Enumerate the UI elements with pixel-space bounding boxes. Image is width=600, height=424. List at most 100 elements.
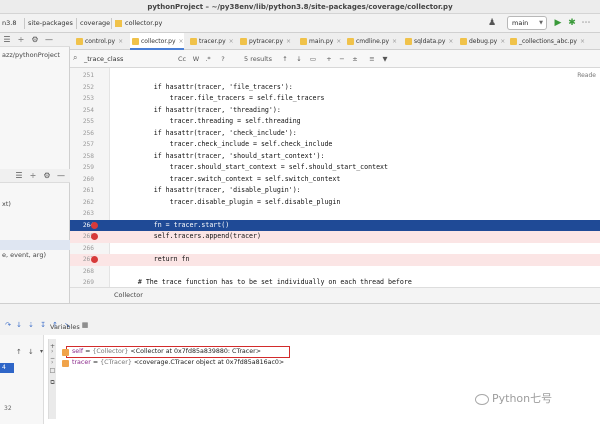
toggle-occurrence-icon[interactable]: ±: [350, 53, 360, 65]
breakpoint-icon[interactable]: [91, 256, 98, 263]
line-number[interactable]: 261: [74, 185, 94, 197]
regex-toggle[interactable]: .*: [203, 53, 213, 65]
close-icon[interactable]: ×: [118, 38, 123, 45]
tab-sqldata[interactable]: sqldata.py ×: [403, 33, 453, 50]
tab-tracer[interactable]: tracer.py ×: [188, 33, 234, 50]
line-number[interactable]: 253: [74, 93, 94, 105]
close-icon[interactable]: ×: [500, 38, 505, 45]
close-icon[interactable]: ×: [448, 38, 453, 45]
line-number[interactable]: 259: [74, 162, 94, 174]
branch-selector[interactable]: main ▼: [507, 16, 547, 30]
line-number[interactable]: 251: [74, 70, 94, 82]
code-breadcrumb[interactable]: Collector: [114, 291, 143, 299]
step-over-icon[interactable]: ↷: [3, 320, 13, 330]
gear-icon[interactable]: ⚙: [30, 35, 40, 45]
line-number[interactable]: 266: [74, 243, 94, 255]
code-editor[interactable]: Reade 251 252 if hasattr(tracer, 'file_tr…: [70, 68, 600, 287]
close-icon[interactable]: ×: [392, 38, 397, 45]
editor-filter-icon[interactable]: ≡: [367, 53, 377, 65]
more-icon[interactable]: ⋯: [580, 17, 592, 29]
selected-frame-row[interactable]: [0, 240, 70, 250]
frame-signature[interactable]: xt): [2, 200, 11, 208]
variable-tracer[interactable]: › tracer = {CTracer} <coverage.CTracer o…: [51, 358, 284, 368]
selected-frame[interactable]: 4: [0, 363, 14, 373]
close-icon[interactable]: ×: [179, 38, 184, 45]
code-line[interactable]: 260 tracer.switch_context = self.switch_…: [70, 174, 600, 186]
frame-up-icon[interactable]: ↑: [16, 348, 22, 356]
breadcrumb-coverage[interactable]: coverage: [80, 18, 110, 29]
force-step-into-icon[interactable]: ↧: [38, 320, 48, 330]
tab-collections-abc[interactable]: _collections_abc.py ×: [508, 33, 585, 50]
tab-collector[interactable]: collector.py ×: [130, 33, 184, 50]
frame-signature[interactable]: e, event, arg): [2, 251, 46, 259]
code-line[interactable]: 254 if hasattr(tracer, 'threading'):: [70, 105, 600, 117]
close-icon[interactable]: ×: [336, 38, 341, 45]
code-line[interactable]: 269 # The trace function has to be set i…: [70, 277, 600, 287]
line-number[interactable]: 254: [74, 105, 94, 117]
step-into-my-code-icon[interactable]: ⇣: [26, 320, 36, 330]
square-icon[interactable]: □: [49, 367, 56, 374]
line-number[interactable]: 269: [74, 277, 94, 287]
tab-control[interactable]: control.py ×: [74, 33, 123, 50]
next-match-icon[interactable]: ↓: [294, 53, 304, 65]
frame-number[interactable]: 32: [4, 405, 12, 412]
breadcrumb-file[interactable]: collector.py: [125, 18, 162, 29]
breadcrumb-site-packages[interactable]: site-packages: [28, 18, 73, 29]
whole-word-toggle[interactable]: W: [191, 53, 201, 65]
breakpoint-icon[interactable]: [91, 221, 98, 229]
code-line[interactable]: 267 return fn: [70, 254, 600, 266]
previous-match-icon[interactable]: ↑: [280, 53, 290, 65]
remove-occurrence-icon[interactable]: −: [337, 53, 347, 65]
project-path[interactable]: azz/pythonProject: [2, 51, 60, 59]
filter-icon[interactable]: ☰: [2, 35, 12, 45]
tab-pytracer[interactable]: pytracer.py ×: [238, 33, 291, 50]
frame-down-icon[interactable]: ↓: [28, 348, 34, 356]
frames-filter-icon[interactable]: ▾: [40, 348, 43, 355]
line-number[interactable]: 257: [74, 139, 94, 151]
variable-self[interactable]: › self = {Collector} <Collector at 0x7fd…: [51, 347, 261, 357]
code-line[interactable]: 261 if hasattr(tracer, 'disable_plugin')…: [70, 185, 600, 197]
copy-icon[interactable]: ⧉: [49, 379, 56, 387]
code-line[interactable]: 268: [70, 266, 600, 278]
minimize-icon[interactable]: —: [44, 35, 54, 45]
breakpoint-icon[interactable]: [91, 233, 98, 240]
expand-icon[interactable]: ›: [51, 347, 53, 357]
line-number[interactable]: 263: [74, 208, 94, 220]
code-line[interactable]: 259 tracer.should_start_context = self.s…: [70, 162, 600, 174]
line-number[interactable]: 268: [74, 266, 94, 278]
add-occurrence-icon[interactable]: +: [324, 53, 334, 65]
line-number[interactable]: 252: [74, 82, 94, 94]
code-line[interactable]: 257 tracer.check_include = self.check_in…: [70, 139, 600, 151]
user-icon[interactable]: ♟: [486, 17, 498, 29]
evaluate-icon[interactable]: ▦: [80, 320, 90, 330]
line-number[interactable]: 258: [74, 151, 94, 163]
code-line[interactable]: 253 tracer.file_tracers = self.file_trac…: [70, 93, 600, 105]
help-icon[interactable]: ?: [218, 53, 228, 65]
sort-icon[interactable]: ☰: [14, 171, 24, 181]
code-line[interactable]: 266: [70, 243, 600, 255]
funnel-icon[interactable]: ▼: [380, 53, 390, 65]
gear-icon[interactable]: ⚙: [42, 171, 52, 181]
debug-icon[interactable]: ✱: [566, 17, 578, 29]
code-line[interactable]: 265 self.tracers.append(tracer): [70, 231, 600, 243]
match-case-toggle[interactable]: Cc: [176, 53, 188, 65]
code-line[interactable]: 255 tracer.threading = self.threading: [70, 116, 600, 128]
close-icon[interactable]: ×: [286, 38, 291, 45]
collapse-icon[interactable]: ÷: [28, 171, 38, 181]
breadcrumb-python[interactable]: n3.8: [2, 18, 16, 29]
tab-debug[interactable]: debug.py ×: [458, 33, 505, 50]
code-line[interactable]: 263: [70, 208, 600, 220]
close-icon[interactable]: ×: [580, 38, 585, 45]
code-line[interactable]: 251: [70, 70, 600, 82]
line-number[interactable]: 260: [74, 174, 94, 186]
code-line[interactable]: 256 if hasattr(tracer, 'check_include'):: [70, 128, 600, 140]
code-line[interactable]: 258 if hasattr(tracer, 'should_start_con…: [70, 151, 600, 163]
step-into-icon[interactable]: ↓: [14, 320, 24, 330]
code-line[interactable]: 264 fn = tracer.start(): [70, 219, 600, 231]
line-number[interactable]: 255: [74, 116, 94, 128]
search-input[interactable]: _trace_class: [84, 53, 164, 65]
code-line[interactable]: 252 if hasattr(tracer, 'file_tracers'):: [70, 82, 600, 94]
line-number[interactable]: 256: [74, 128, 94, 140]
minimize-icon[interactable]: —: [56, 171, 66, 181]
tab-main[interactable]: main.py ×: [298, 33, 341, 50]
